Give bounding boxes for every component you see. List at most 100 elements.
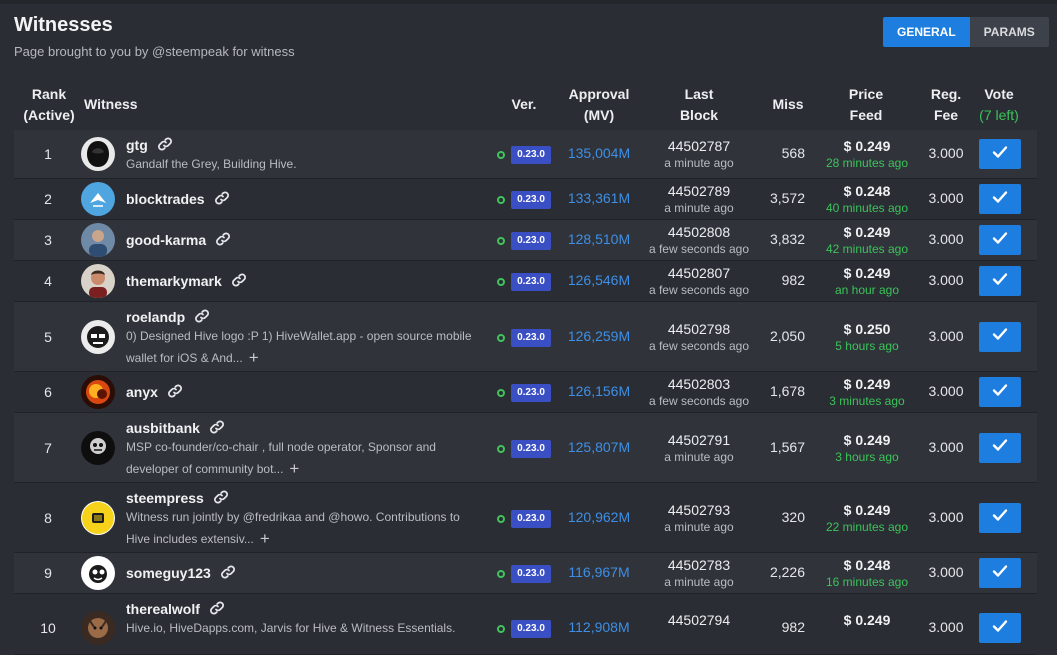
witness-description: Witness run jointly by @fredrikaa and @h… <box>126 507 476 550</box>
col-last-block[interactable]: Last Block <box>669 84 729 126</box>
link-icon[interactable] <box>213 489 229 508</box>
expand-plus-icon[interactable]: + <box>249 347 259 368</box>
link-icon[interactable] <box>231 272 247 291</box>
avatar[interactable] <box>81 375 115 409</box>
vote-button[interactable] <box>979 184 1021 214</box>
witness-name[interactable]: good-karma <box>126 232 206 248</box>
status-dot-icon <box>497 278 505 286</box>
col-miss[interactable]: Miss <box>764 94 812 115</box>
link-icon[interactable] <box>157 136 173 155</box>
version-badge: 0.23.0 <box>511 146 551 164</box>
approval-value[interactable]: 120,962M <box>559 509 639 525</box>
col-approval[interactable]: Approval (MV) <box>559 84 639 126</box>
avatar[interactable] <box>81 223 115 257</box>
vote-button[interactable] <box>979 266 1021 296</box>
last-block-number: 44502783 <box>667 557 731 573</box>
link-icon[interactable] <box>220 564 236 583</box>
col-vote[interactable]: Vote (7 left) <box>969 84 1029 126</box>
version-badge: 0.23.0 <box>511 232 551 250</box>
col-rank[interactable]: Rank (Active) <box>22 84 76 126</box>
vote-button[interactable] <box>979 321 1021 352</box>
link-icon[interactable] <box>209 600 225 619</box>
approval-value[interactable]: 126,156M <box>559 383 639 399</box>
rank-cell: 5 <box>44 328 52 345</box>
avatar[interactable] <box>81 500 115 535</box>
table-row: 8 steempress Witness run jointly by @fredr… <box>14 483 1037 553</box>
avatar[interactable] <box>81 182 115 216</box>
price-feed: $ 0.249 <box>814 612 920 629</box>
vote-button[interactable] <box>979 502 1021 533</box>
link-icon[interactable] <box>167 383 183 402</box>
avatar[interactable] <box>81 137 115 171</box>
approval-value[interactable]: 133,361M <box>559 190 639 206</box>
col-reg-fee[interactable]: Reg. Fee <box>924 84 968 126</box>
link-icon[interactable] <box>209 419 225 438</box>
tab-params[interactable]: PARAMS <box>969 17 1049 47</box>
col-version[interactable]: Ver. <box>504 94 544 115</box>
col-witness[interactable]: Witness <box>84 94 138 115</box>
witness-name[interactable]: steempress <box>126 490 204 506</box>
witness-name[interactable]: themarkymark <box>126 273 222 289</box>
last-block: 44502807 a few seconds ago <box>634 265 764 299</box>
witness-name-link[interactable]: ausbitbank <box>126 419 225 438</box>
witness-name[interactable]: therealwolf <box>126 601 200 617</box>
price-feed: $ 0.249 22 minutes ago <box>814 502 920 536</box>
tab-general[interactable]: GENERAL <box>883 17 970 47</box>
status-dot-icon <box>497 196 505 204</box>
witness-name[interactable]: someguy123 <box>126 565 211 581</box>
rank-cell: 9 <box>44 565 52 581</box>
table-row: 7 ausbitbank MSP co-founder/co-chair , ful… <box>14 413 1037 483</box>
vote-button[interactable] <box>979 139 1021 169</box>
last-block-number: 44502793 <box>667 501 731 518</box>
witness-name-link[interactable]: gtg <box>126 136 173 155</box>
last-block-number: 44502798 <box>667 320 731 337</box>
avatar[interactable] <box>81 556 115 590</box>
witness-name[interactable]: ausbitbank <box>126 420 200 436</box>
witness-name-link[interactable]: good-karma <box>126 231 231 250</box>
witness-name-link[interactable]: someguy123 <box>126 564 236 583</box>
vote-button[interactable] <box>979 558 1021 588</box>
link-icon[interactable] <box>215 231 231 250</box>
avatar[interactable] <box>81 264 115 298</box>
reg-fee: 3.000 <box>928 383 964 399</box>
rank-cell: 2 <box>44 191 52 207</box>
approval-value[interactable]: 125,807M <box>559 439 639 455</box>
witness-name-link[interactable]: themarkymark <box>126 272 247 291</box>
witness-description: MSP co-founder/co-chair , full node oper… <box>126 437 476 480</box>
version-badge: 0.23.0 <box>511 273 551 291</box>
witness-name[interactable]: gtg <box>126 137 148 153</box>
avatar[interactable] <box>81 611 115 645</box>
approval-value[interactable]: 126,259M <box>559 328 639 344</box>
price-feed-time: 3 hours ago <box>835 449 899 464</box>
rank-cell: 7 <box>44 439 52 456</box>
link-icon[interactable] <box>194 308 210 327</box>
approval-value[interactable]: 135,004M <box>559 145 639 161</box>
price-feed-time: 42 minutes ago <box>825 242 909 256</box>
vote-button[interactable] <box>979 377 1021 407</box>
approval-value[interactable]: 116,967M <box>559 564 639 580</box>
expand-plus-icon[interactable]: + <box>289 458 299 479</box>
expand-plus-icon[interactable]: + <box>260 528 270 549</box>
witness-name[interactable]: roelandp <box>126 309 185 325</box>
witness-name-link[interactable]: steempress <box>126 489 229 508</box>
avatar[interactable] <box>81 319 115 354</box>
vote-button[interactable] <box>979 613 1021 643</box>
price-feed-time: 3 minutes ago <box>829 394 905 408</box>
witness-name[interactable]: blocktrades <box>126 191 205 207</box>
approval-value[interactable]: 126,546M <box>559 272 639 288</box>
witness-name[interactable]: anyx <box>126 384 158 400</box>
approval-value[interactable]: 112,908M <box>559 619 639 635</box>
vote-button[interactable] <box>979 432 1021 463</box>
col-price-feed[interactable]: Price Feed <box>836 84 896 126</box>
avatar[interactable] <box>81 430 115 465</box>
reg-fee: 3.000 <box>928 190 964 206</box>
witness-name-link[interactable]: blocktrades <box>126 190 230 209</box>
witness-description: Gandalf the Grey, Building Hive. <box>126 154 476 175</box>
witness-name-link[interactable]: therealwolf <box>126 600 225 619</box>
witness-name-link[interactable]: anyx <box>126 383 183 402</box>
vote-button[interactable] <box>979 225 1021 255</box>
witness-name-link[interactable]: roelandp <box>126 308 210 327</box>
miss-count: 1,567 <box>769 438 805 455</box>
approval-value[interactable]: 128,510M <box>559 231 639 247</box>
link-icon[interactable] <box>214 190 230 209</box>
